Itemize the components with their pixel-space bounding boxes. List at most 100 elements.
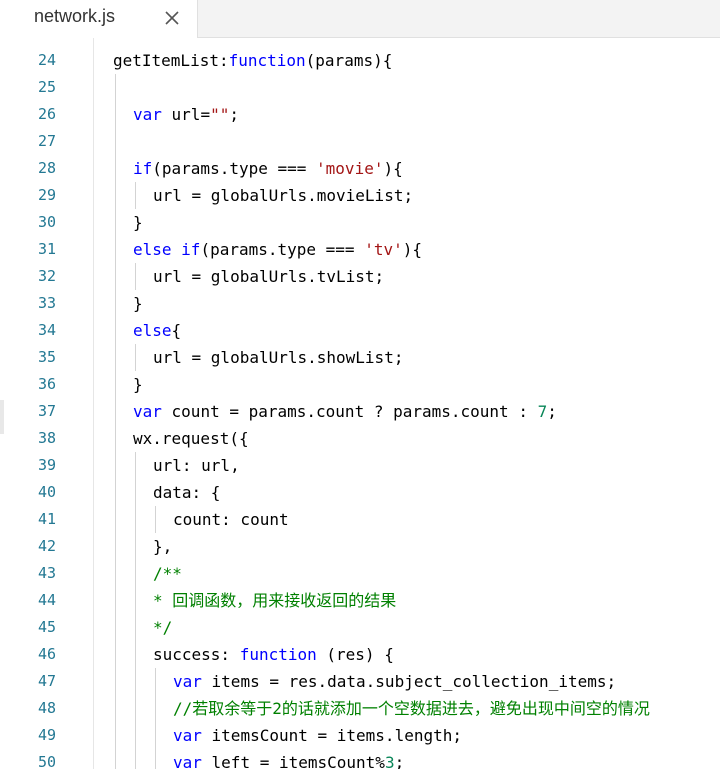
code-line: 45 */ — [0, 614, 720, 641]
line-number: 33 — [37, 294, 56, 312]
code-text: var url=""; — [133, 101, 239, 128]
code-token: 7 — [537, 402, 548, 421]
code-line: 34 else{ — [0, 317, 720, 344]
code-text: }, — [153, 533, 172, 560]
code-line: 48 //若取余等于2的话就添加一个空数据进去，避免出现中间空的情况 — [0, 695, 720, 722]
code-line: 50 var left = itemsCount%3; — [0, 749, 720, 769]
code-text: success: function (res) { — [153, 641, 394, 668]
code-token: 3 — [384, 753, 395, 769]
code-token: */ — [153, 618, 173, 637]
indent-guide — [135, 344, 136, 371]
code-line: 37 var count = params.count ? params.coun… — [0, 398, 720, 425]
line-number: 49 — [37, 726, 56, 744]
code-token: url = globalUrls.tvList; — [153, 267, 385, 286]
code-token: count = params.count ? params.count : — [161, 402, 538, 421]
code-token: else — [133, 240, 172, 259]
code-token: /** — [153, 564, 182, 583]
indent-guide — [135, 452, 136, 769]
line-number: 26 — [37, 105, 56, 123]
line-number: 34 — [37, 321, 56, 339]
close-icon[interactable] — [162, 8, 182, 28]
code-text: if(params.type === 'movie'){ — [133, 155, 403, 182]
code-text: else{ — [133, 317, 181, 344]
code-token: if — [133, 159, 153, 178]
code-token: ; — [394, 753, 405, 769]
code-line: 42}, — [0, 533, 720, 560]
code-text: } — [133, 209, 143, 236]
code-token: ; — [547, 402, 557, 421]
indent-guide — [115, 74, 116, 769]
code-line: 38 wx.request({ — [0, 425, 720, 452]
code-token: //若取余等于2的话就添加一个空数据进去，避免出现中间空的情况 — [173, 699, 650, 718]
code-token: ){ — [402, 240, 422, 259]
code-token: "" — [210, 105, 230, 124]
code-token: { — [171, 321, 182, 340]
code-line: 32 url = globalUrls.tvList; — [0, 263, 720, 290]
code-text: url = globalUrls.tvList; — [153, 263, 384, 290]
code-token: ){ — [383, 159, 403, 178]
code-token: left = itemsCount% — [201, 753, 385, 769]
code-token: ; — [229, 105, 239, 124]
code-text: * 回调函数，用来接收返回的结果 — [153, 587, 396, 614]
code-token: (params){ — [305, 51, 393, 70]
code-token: url= — [161, 105, 211, 124]
code-editor[interactable]: 23 24getItemList:function(params){2526va… — [0, 38, 720, 769]
line-number: 41 — [37, 510, 56, 528]
code-text: } — [133, 290, 143, 317]
code-token: 'tv' — [364, 240, 403, 259]
code-text: var count = params.count ? params.count … — [133, 398, 557, 425]
code-line: 41 count: count — [0, 506, 720, 533]
code-token: count: count — [173, 510, 289, 529]
line-number: 48 — [37, 699, 56, 717]
tab-network-js[interactable]: network.js — [0, 0, 198, 38]
line-number: 50 — [37, 753, 56, 769]
code-token: var — [173, 672, 202, 691]
indent-guide — [155, 668, 156, 769]
code-line: 33} — [0, 290, 720, 317]
code-text: count: count — [173, 506, 289, 533]
code-token: var — [173, 726, 202, 745]
line-number: 32 — [37, 267, 56, 285]
code-line: 24 getItemList:function(params){ — [0, 47, 720, 74]
code-token: } — [133, 213, 143, 232]
code-text: var items = res.data.subject_collection_… — [173, 668, 616, 695]
code-text: url = globalUrls.movieList; — [153, 182, 413, 209]
code-text: url = globalUrls.showList; — [153, 344, 403, 371]
code-token: } — [133, 294, 143, 313]
line-number: 25 — [37, 78, 56, 96]
code-token: (res) { — [316, 645, 394, 664]
line-number: 36 — [37, 375, 56, 393]
line-number: 38 — [37, 429, 56, 447]
code-line: 36} — [0, 371, 720, 398]
code-text: */ — [153, 614, 172, 641]
code-token: items = res.data.subject_collection_item… — [201, 672, 617, 691]
code-token: } — [133, 375, 143, 394]
line-number: 46 — [37, 645, 56, 663]
code-token: var — [133, 402, 162, 421]
code-line: 30} — [0, 209, 720, 236]
code-token: * 回调函数，用来接收返回的结果 — [153, 591, 397, 610]
code-token: (params.type === — [200, 240, 365, 259]
code-line: 49 var itemsCount = items.length; — [0, 722, 720, 749]
line-number: 47 — [37, 672, 56, 690]
code-token: getItemList: — [113, 51, 229, 70]
indent-guide — [135, 263, 136, 290]
code-token: else — [133, 321, 172, 340]
line-number: 27 — [37, 132, 56, 150]
line-number: 40 — [37, 483, 56, 501]
code-line: 43 /** — [0, 560, 720, 587]
code-line: 26 var url=""; — [0, 101, 720, 128]
code-token: var — [133, 105, 162, 124]
indent-guide — [135, 182, 136, 209]
line-number: 28 — [37, 159, 56, 177]
code-text: data: { — [153, 479, 220, 506]
code-token: var — [173, 753, 202, 769]
code-token: function — [239, 645, 317, 664]
code-token: wx.request({ — [133, 429, 249, 448]
code-token: data: { — [153, 483, 221, 502]
line-number: 45 — [37, 618, 56, 636]
code-text: url: url, — [153, 452, 240, 479]
code-line: 47 var items = res.data.subject_collectio… — [0, 668, 720, 695]
indent-guide — [155, 506, 156, 533]
